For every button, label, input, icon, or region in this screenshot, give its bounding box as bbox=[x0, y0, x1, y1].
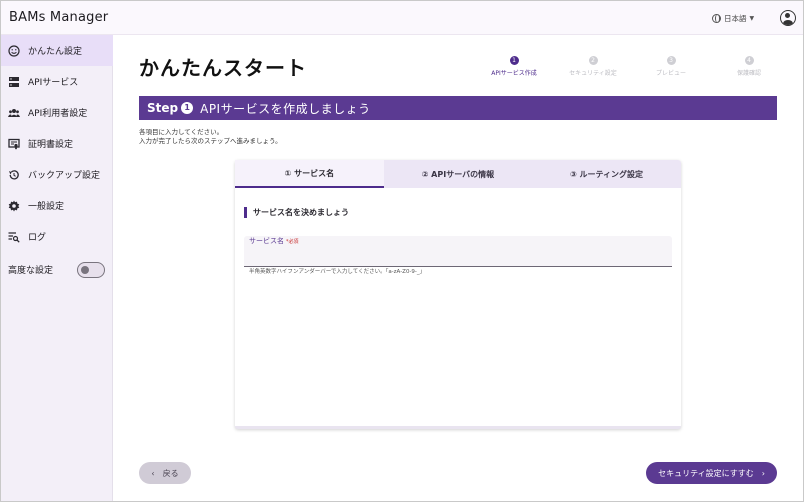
users-icon bbox=[8, 107, 20, 119]
form-tabs: ① サービス名 ② APIサーバの情報 ③ ルーティング設定 bbox=[235, 160, 681, 188]
service-name-helper-text: 半角英数字ハイフンアンダーバーで入力してください。「a-zA-Z0-9-_」 bbox=[249, 269, 426, 275]
chevron-left-icon: ‹ bbox=[151, 468, 155, 478]
gear-icon bbox=[8, 200, 20, 212]
log-search-icon bbox=[8, 231, 20, 243]
account-icon[interactable] bbox=[780, 10, 796, 26]
backup-icon bbox=[8, 169, 20, 181]
stepper-number: 1 bbox=[509, 56, 519, 65]
service-name-label: サービス名 *必須 bbox=[249, 236, 299, 246]
sidebar-item-backup[interactable]: バックアップ設定 bbox=[1, 159, 113, 190]
sidebar-item-label: APIサービス bbox=[28, 78, 79, 88]
stepper-step-4: 4 保護確認 bbox=[704, 56, 794, 77]
tab-service-name[interactable]: ① サービス名 bbox=[235, 160, 384, 188]
app-title: BAMs Manager bbox=[9, 10, 109, 25]
stepper-label: セキュリティ設定 bbox=[569, 70, 617, 77]
stepper-step-2: 2 セキュリティ設定 bbox=[548, 56, 638, 77]
sidebar-item-general[interactable]: 一般設定 bbox=[1, 190, 113, 221]
tab-api-server-info[interactable]: ② APIサーバの情報 bbox=[384, 160, 533, 188]
stepper-label: APIサービス作成 bbox=[491, 70, 537, 77]
sidebar-item-api-users[interactable]: API利用者設定 bbox=[1, 97, 113, 128]
step-word: Step bbox=[147, 101, 179, 115]
top-app-bar: BAMs Manager 日本語 ▼ bbox=[1, 1, 803, 35]
step-banner: Step 1 APIサービスを作成しましょう bbox=[139, 96, 777, 120]
tab-routing-settings[interactable]: ③ ルーティング設定 bbox=[532, 160, 681, 188]
sidebar-item-easy-setup[interactable]: かんたん設定 bbox=[1, 35, 113, 66]
sidebar-item-label: 証明書設定 bbox=[28, 140, 74, 150]
step-number-badge: 1 bbox=[181, 102, 194, 114]
next-button-label: セキュリティ設定にすすむ bbox=[658, 468, 754, 478]
sidebar-item-label: API利用者設定 bbox=[28, 109, 88, 119]
sidebar: かんたん設定 APIサービス API利用者設定 証明書設定 バックアップ設定 一… bbox=[1, 35, 113, 501]
chevron-right-icon: › bbox=[761, 468, 765, 478]
back-button-label: 戻る bbox=[162, 468, 179, 478]
section-title: サービス名を決めましょう bbox=[244, 207, 349, 218]
sidebar-item-label: バックアップ設定 bbox=[28, 171, 101, 181]
certificate-icon bbox=[8, 138, 20, 150]
language-label: 日本語 bbox=[724, 14, 747, 23]
stepper-number: 4 bbox=[744, 56, 754, 65]
advanced-settings-row: 高度な設定 bbox=[1, 254, 113, 285]
step-heading: APIサービスを作成しましょう bbox=[200, 101, 371, 116]
caret-down-icon: ▼ bbox=[749, 15, 755, 22]
globe-icon bbox=[712, 14, 721, 23]
sidebar-item-log[interactable]: ログ bbox=[1, 221, 113, 252]
smile-icon bbox=[8, 44, 20, 57]
service-form-card: ① サービス名 ② APIサーバの情報 ③ ルーティング設定 サービス名を決めま… bbox=[235, 160, 681, 429]
stepper-step-3: 3 プレビュー bbox=[626, 56, 716, 77]
server-icon bbox=[8, 76, 20, 88]
stepper-step-1: 1 APIサービス作成 bbox=[469, 56, 559, 77]
sidebar-item-label: ログ bbox=[28, 233, 47, 243]
back-button[interactable]: ‹ 戻る bbox=[139, 462, 191, 484]
stepper-label: 保護確認 bbox=[736, 70, 761, 77]
stepper-number: 3 bbox=[666, 56, 676, 65]
advanced-settings-toggle[interactable] bbox=[77, 262, 105, 278]
stepper-label: プレビュー bbox=[655, 70, 686, 77]
service-name-field[interactable]: サービス名 *必須 bbox=[244, 236, 672, 267]
service-name-input[interactable] bbox=[249, 248, 659, 264]
sidebar-item-certificates[interactable]: 証明書設定 bbox=[1, 128, 113, 159]
required-marker: *必須 bbox=[286, 239, 299, 245]
instruction-line-2: 入力が完了したら次のステップへ進みましょう。 bbox=[139, 137, 282, 145]
stepper-number: 2 bbox=[588, 56, 598, 65]
page-title: かんたんスタート bbox=[139, 56, 307, 80]
next-security-settings-button[interactable]: セキュリティ設定にすすむ › bbox=[646, 462, 777, 484]
language-selector[interactable]: 日本語 ▼ bbox=[712, 10, 754, 27]
sidebar-item-label: かんたん設定 bbox=[28, 47, 83, 57]
sidebar-item-api-services[interactable]: APIサービス bbox=[1, 66, 113, 97]
field-label-text: サービス名 bbox=[249, 237, 284, 245]
sidebar-item-label: 一般設定 bbox=[28, 202, 65, 212]
advanced-settings-label: 高度な設定 bbox=[8, 266, 54, 276]
